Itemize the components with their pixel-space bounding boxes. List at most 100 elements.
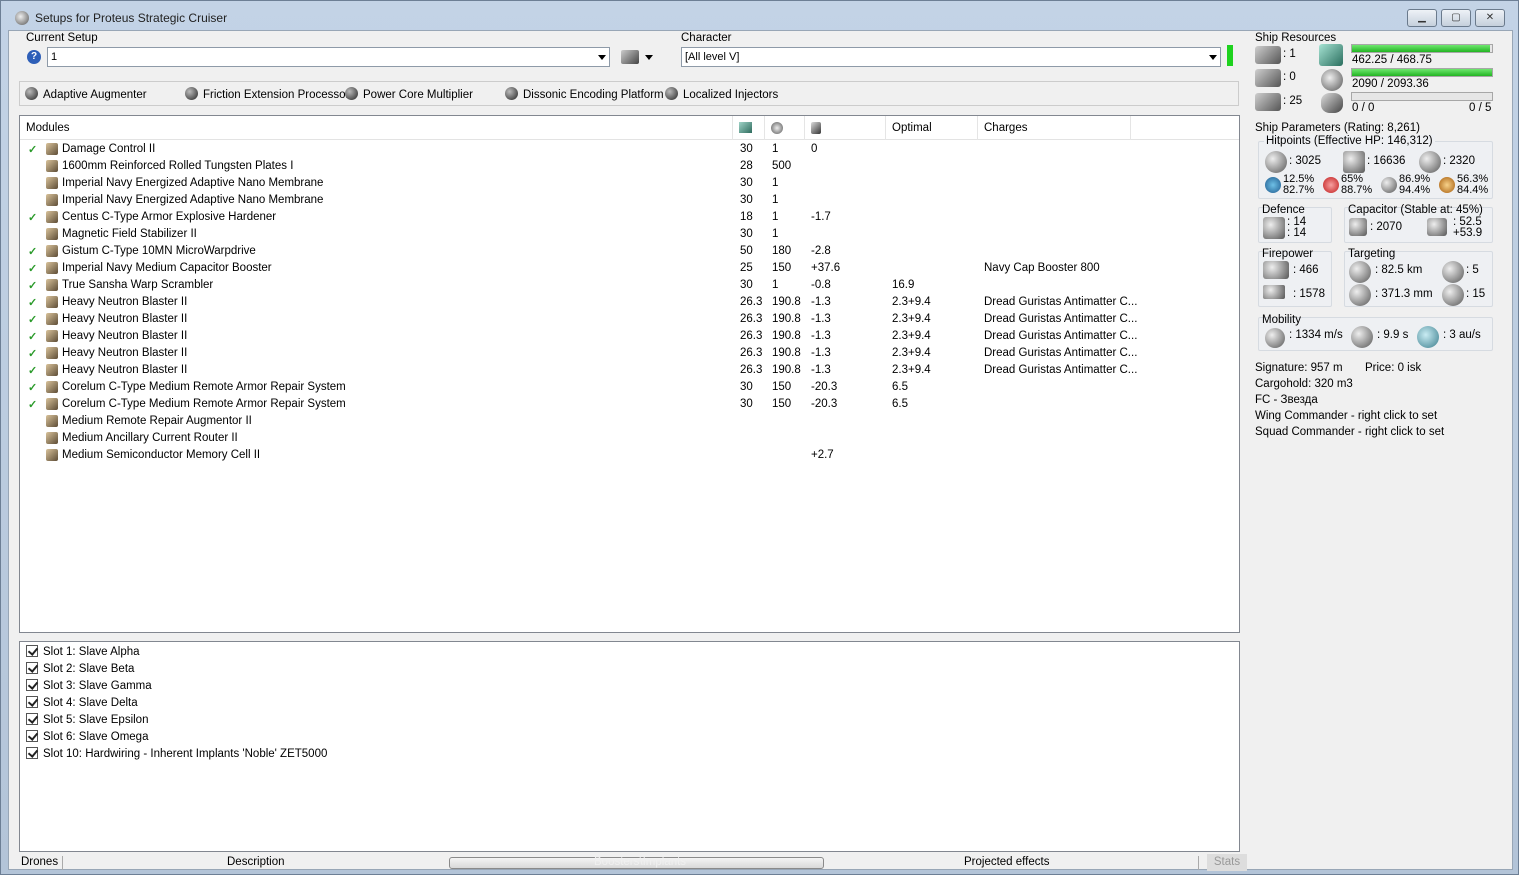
module-row[interactable]: ✓ Heavy Neutron Blaster II 26.3 190.8 -1.3 2.… [20, 294, 1239, 311]
module-row[interactable]: ✓ Heavy Neutron Blaster II 26.3 190.8 -1.3 2.… [20, 345, 1239, 362]
velocity-value: : 1334 m/s [1289, 329, 1343, 341]
turret-hardpoint-icon [1255, 46, 1281, 64]
module-row[interactable]: Magnetic Field Stabilizer II 30 1 [20, 226, 1239, 243]
title-bar: Setups for Proteus Strategic Cruiser ▁ ▢… [1, 1, 1518, 33]
module-active-check-icon[interactable]: ✓ [28, 381, 37, 394]
module-active-check-icon[interactable]: ✓ [28, 245, 37, 258]
sensor-strength: : 15 [1466, 288, 1486, 300]
module-row[interactable]: ✓ Imperial Navy Medium Capacitor Booster 2… [20, 260, 1239, 277]
tab-stats[interactable]: Stats [1207, 854, 1247, 871]
targeting-label: Targeting [1348, 248, 1396, 260]
ship-menu-chevron-icon[interactable] [645, 55, 653, 60]
implant-row[interactable]: Slot 10: Hardwiring - Inherent Implants … [26, 747, 327, 764]
module-cpu: 30 [740, 143, 753, 155]
implant-checkbox[interactable] [26, 747, 38, 759]
em-resist-icon [1265, 177, 1281, 193]
mobility-panel: Mobility : 1334 m/s : 9.9 s : 3 au/s [1258, 314, 1493, 351]
module-icon [46, 381, 58, 393]
module-row[interactable]: ✓ Corelum C-Type Medium Remote Armor Repa… [20, 396, 1239, 413]
module-row[interactable]: ✓ Corelum C-Type Medium Remote Armor Repa… [20, 379, 1239, 396]
header-optimal[interactable]: Optimal [886, 116, 978, 140]
header-charges[interactable]: Charges [978, 116, 1131, 140]
module-row[interactable]: ✓ Heavy Neutron Blaster II 26.3 190.8 -1.3 2.… [20, 328, 1239, 345]
minimize-button[interactable]: ▁ [1407, 9, 1437, 27]
module-icon [46, 296, 58, 308]
signature-radius: Signature: 957 m [1255, 362, 1343, 374]
module-active-check-icon[interactable]: ✓ [28, 296, 37, 309]
tab-drones[interactable]: Drones [21, 854, 58, 871]
max-targets: : 5 [1466, 264, 1479, 276]
close-button[interactable]: ✕ [1475, 9, 1505, 27]
module-active-check-icon[interactable]: ✓ [28, 143, 37, 156]
implant-row[interactable]: Slot 3: Slave Gamma [26, 679, 152, 696]
implant-checkbox[interactable] [26, 696, 38, 708]
module-row[interactable]: ✓ Damage Control II 30 1 0 [20, 141, 1239, 158]
implant-checkbox[interactable] [26, 713, 38, 725]
cpu-bar [1351, 44, 1493, 53]
module-row[interactable]: Medium Semiconductor Memory Cell II +2.7 [20, 447, 1239, 464]
module-row[interactable]: ✓ Centus C-Type Armor Explosive Hardener 1… [20, 209, 1239, 226]
tab-boosters-implants[interactable]: Boosters\Implants [594, 854, 686, 871]
module-row[interactable]: Imperial Navy Energized Adaptive Nano Me… [20, 175, 1239, 192]
implant-row[interactable]: Slot 2: Slave Beta [26, 662, 134, 679]
subsystem-icon [345, 87, 358, 100]
module-row[interactable]: ✓ Heavy Neutron Blaster II 26.3 190.8 -1.3 2.… [20, 362, 1239, 379]
module-powergrid: 190.8 [772, 313, 801, 325]
drone-bar [1351, 92, 1493, 101]
powergrid-bar [1351, 68, 1493, 77]
header-cpu[interactable] [733, 116, 765, 140]
module-active-check-icon[interactable]: ✓ [28, 347, 37, 360]
module-active-check-icon[interactable]: ✓ [28, 262, 37, 275]
module-active-check-icon[interactable]: ✓ [28, 364, 37, 377]
tab-projected-effects[interactable]: Projected effects [964, 854, 1049, 871]
header-capacitor[interactable] [805, 116, 886, 140]
module-row[interactable]: Medium Remote Repair Augmentor II [20, 413, 1239, 430]
wing-commander[interactable]: Wing Commander - right click to set [1255, 410, 1437, 422]
current-setup-combo[interactable]: 1 [47, 47, 610, 67]
implant-checkbox[interactable] [26, 730, 38, 742]
subsystem-item[interactable]: Power Core Multiplier [345, 87, 473, 101]
module-row[interactable]: Imperial Navy Energized Adaptive Nano Me… [20, 192, 1239, 209]
subsystem-item[interactable]: Dissonic Encoding Platform [505, 87, 664, 101]
module-capacitor: -20.3 [811, 381, 838, 393]
squad-commander[interactable]: Squad Commander - right click to set [1255, 426, 1444, 438]
maximize-button[interactable]: ▢ [1441, 9, 1471, 27]
module-row[interactable]: ✓ Gistum C-Type 10MN MicroWarpdrive 50 180 -… [20, 243, 1239, 260]
module-active-check-icon[interactable]: ✓ [28, 313, 37, 326]
module-row[interactable]: 1600mm Reinforced Rolled Tungsten Plates… [20, 158, 1239, 175]
header-powergrid[interactable] [765, 116, 805, 140]
subsystem-item[interactable]: Friction Extension Processor [185, 87, 349, 101]
explosive-resist-armor: 84.4% [1457, 184, 1489, 196]
explosive-resist-icon [1439, 177, 1455, 193]
subsystem-item[interactable]: Adaptive Augmenter [25, 87, 147, 101]
implant-checkbox[interactable] [26, 645, 38, 657]
module-icon [46, 160, 58, 172]
module-row[interactable]: ✓ Heavy Neutron Blaster II 26.3 190.8 -1.3 2.… [20, 311, 1239, 328]
module-icon [46, 279, 58, 291]
implant-row[interactable]: Slot 5: Slave Epsilon [26, 713, 148, 730]
implant-checkbox[interactable] [26, 679, 38, 691]
subsystem-item[interactable]: Localized Injectors [665, 87, 778, 101]
module-cpu: 30 [740, 194, 753, 206]
module-active-check-icon[interactable]: ✓ [28, 398, 37, 411]
implant-row[interactable]: Slot 6: Slave Omega [26, 730, 148, 747]
module-row[interactable]: ✓ True Sansha Warp Scrambler 30 1 -0.8 16.9 [20, 277, 1239, 294]
module-active-check-icon[interactable]: ✓ [28, 330, 37, 343]
character-combo[interactable]: [All level V] [681, 47, 1221, 67]
implant-row[interactable]: Slot 4: Slave Delta [26, 696, 138, 713]
tab-description[interactable]: Description [227, 854, 285, 871]
modules-list[interactable]: Modules Optimal Charges ✓ Damage Control … [19, 115, 1240, 633]
mobility-label: Mobility [1262, 314, 1301, 326]
header-modules[interactable]: Modules [20, 116, 733, 140]
implant-checkbox[interactable] [26, 662, 38, 674]
module-active-check-icon[interactable]: ✓ [28, 279, 37, 292]
help-icon[interactable]: ? [27, 50, 41, 64]
ship-menu-icon[interactable] [621, 50, 639, 64]
implant-row[interactable]: Slot 1: Slave Alpha [26, 645, 140, 662]
align-time-icon [1351, 326, 1373, 348]
fleet-commander[interactable]: FC - Звезда [1255, 394, 1318, 406]
subsystem-icon [505, 87, 518, 100]
module-icon [46, 432, 58, 444]
module-active-check-icon[interactable]: ✓ [28, 211, 37, 224]
module-row[interactable]: Medium Ancillary Current Router II [20, 430, 1239, 447]
